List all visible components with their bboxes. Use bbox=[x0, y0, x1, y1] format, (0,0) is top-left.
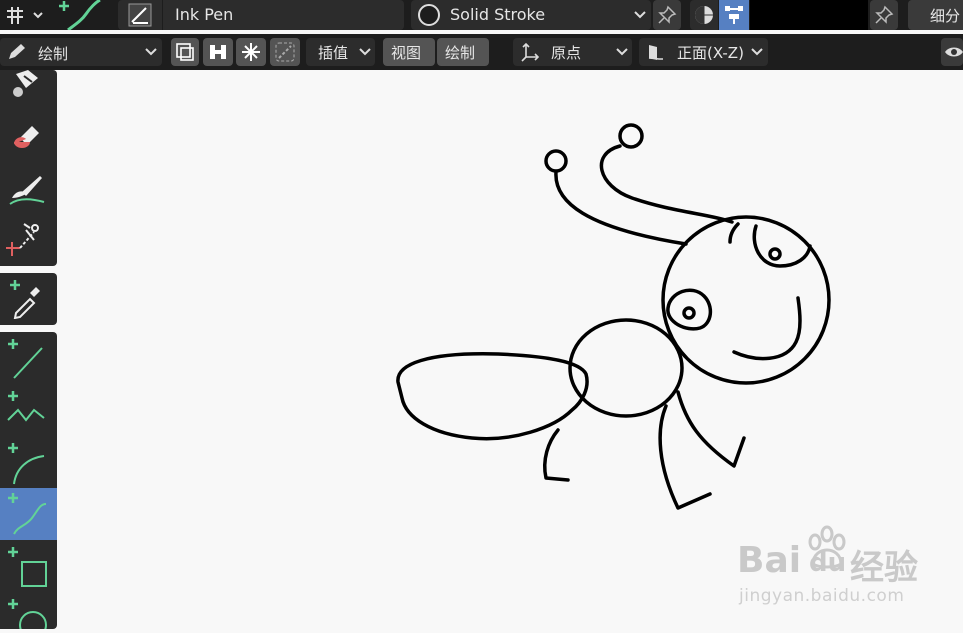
chevron-down-icon bbox=[358, 46, 372, 58]
vertex-paint-icon bbox=[723, 4, 745, 26]
pin-material-button[interactable] bbox=[653, 0, 681, 30]
box-tool[interactable] bbox=[0, 542, 57, 594]
eyedropper-tool[interactable] bbox=[0, 273, 57, 325]
dotted-diagonal-icon bbox=[274, 41, 296, 63]
ink-stroke-icon[interactable] bbox=[52, 0, 108, 30]
eyedropper-icon bbox=[6, 279, 44, 319]
subdivide-button[interactable]: 细分 bbox=[908, 0, 963, 30]
draw-menu[interactable]: 绘制 bbox=[437, 38, 489, 66]
arc-tool[interactable] bbox=[0, 438, 57, 490]
interpolate-label: 插值 bbox=[318, 44, 349, 62]
vertex-color-button[interactable] bbox=[719, 0, 749, 30]
pencil-icon bbox=[6, 42, 28, 62]
arc-icon bbox=[4, 442, 46, 486]
curve-icon bbox=[4, 492, 46, 536]
tool-group-sample bbox=[0, 273, 57, 325]
brush-selector[interactable]: Ink Pen bbox=[118, 0, 404, 30]
scissors-icon bbox=[4, 220, 42, 260]
curve-tool[interactable] bbox=[0, 488, 57, 540]
chevron-down-icon bbox=[750, 46, 764, 58]
active-color-swatch[interactable] bbox=[750, 0, 868, 30]
view-menu[interactable]: 视图 bbox=[383, 38, 435, 66]
viewport-canvas[interactable]: Bai du 经验 jingyan.baidu.com bbox=[57, 70, 963, 629]
multiframe-button[interactable] bbox=[171, 38, 199, 66]
watermark-brand-du: du bbox=[809, 548, 847, 578]
top-header-bar: Ink Pen Solid Stroke 细分 bbox=[0, 0, 963, 30]
eye-icon bbox=[944, 43, 963, 61]
line-tool[interactable] bbox=[0, 334, 57, 386]
overlay-visibility-button[interactable] bbox=[941, 38, 963, 66]
brush-name: Ink Pen bbox=[175, 5, 234, 24]
brush-preview-icon bbox=[128, 3, 152, 27]
brush-icon bbox=[8, 172, 46, 206]
circle-tool[interactable] bbox=[0, 594, 57, 629]
tool-group-shapes bbox=[0, 332, 57, 629]
watermark-brand-cn: 经验 bbox=[850, 548, 918, 588]
divider bbox=[162, 0, 163, 30]
material-sphere-icon bbox=[417, 3, 441, 27]
sparkle-icon bbox=[240, 41, 262, 63]
orientation-label: 正面(X-Z) bbox=[677, 44, 744, 62]
chevron-down-icon bbox=[615, 46, 629, 58]
color-mode-button[interactable] bbox=[690, 0, 718, 30]
axis-origin-icon bbox=[519, 41, 541, 63]
view-label: 视图 bbox=[391, 44, 422, 62]
polyline-tool[interactable] bbox=[0, 386, 57, 438]
guides-button[interactable] bbox=[270, 38, 300, 66]
polyline-icon bbox=[4, 390, 46, 434]
fill-bucket-icon bbox=[10, 70, 46, 102]
material-selector[interactable]: Solid Stroke bbox=[411, 0, 651, 30]
pin-color-button[interactable] bbox=[870, 0, 898, 30]
watermark-url: jingyan.baidu.com bbox=[739, 586, 905, 606]
material-name: Solid Stroke bbox=[450, 5, 546, 24]
chevron-down-icon bbox=[144, 46, 158, 58]
snap-button[interactable] bbox=[236, 38, 266, 66]
tool-group-paint bbox=[0, 70, 57, 266]
brush-stroke-icon bbox=[207, 41, 229, 63]
plane-icon bbox=[645, 41, 667, 63]
watermark-brand-latin: Bai bbox=[737, 540, 802, 581]
line-icon bbox=[4, 338, 46, 382]
layers-square-icon bbox=[174, 41, 196, 63]
origin-selector[interactable]: 原点 bbox=[513, 38, 632, 66]
eraser-icon bbox=[12, 120, 44, 152]
auto-merge-button[interactable] bbox=[203, 38, 233, 66]
interpolate-menu[interactable]: 插值 bbox=[306, 38, 375, 66]
draw-label: 绘制 bbox=[445, 44, 476, 62]
viewport-header: 绘制 插值 视图 绘制 原点 正面(X-Z) bbox=[0, 34, 963, 70]
cutter-tool[interactable] bbox=[0, 214, 57, 266]
subdivide-label: 细分 bbox=[930, 7, 961, 25]
circle-icon bbox=[4, 598, 48, 629]
tool-shelf bbox=[0, 70, 57, 629]
pin-icon bbox=[657, 5, 677, 25]
color-half-icon bbox=[693, 4, 715, 26]
origin-label: 原点 bbox=[551, 44, 582, 62]
pin-icon bbox=[874, 5, 894, 25]
orientation-selector[interactable]: 正面(X-Z) bbox=[639, 38, 768, 66]
tint-tool[interactable] bbox=[0, 162, 57, 214]
erase-tool[interactable] bbox=[0, 110, 57, 162]
draw-mode-icon[interactable] bbox=[4, 4, 44, 26]
mode-selector[interactable]: 绘制 bbox=[0, 38, 162, 66]
box-icon bbox=[4, 546, 48, 590]
mode-label: 绘制 bbox=[38, 45, 69, 63]
chevron-down-icon bbox=[633, 9, 647, 21]
